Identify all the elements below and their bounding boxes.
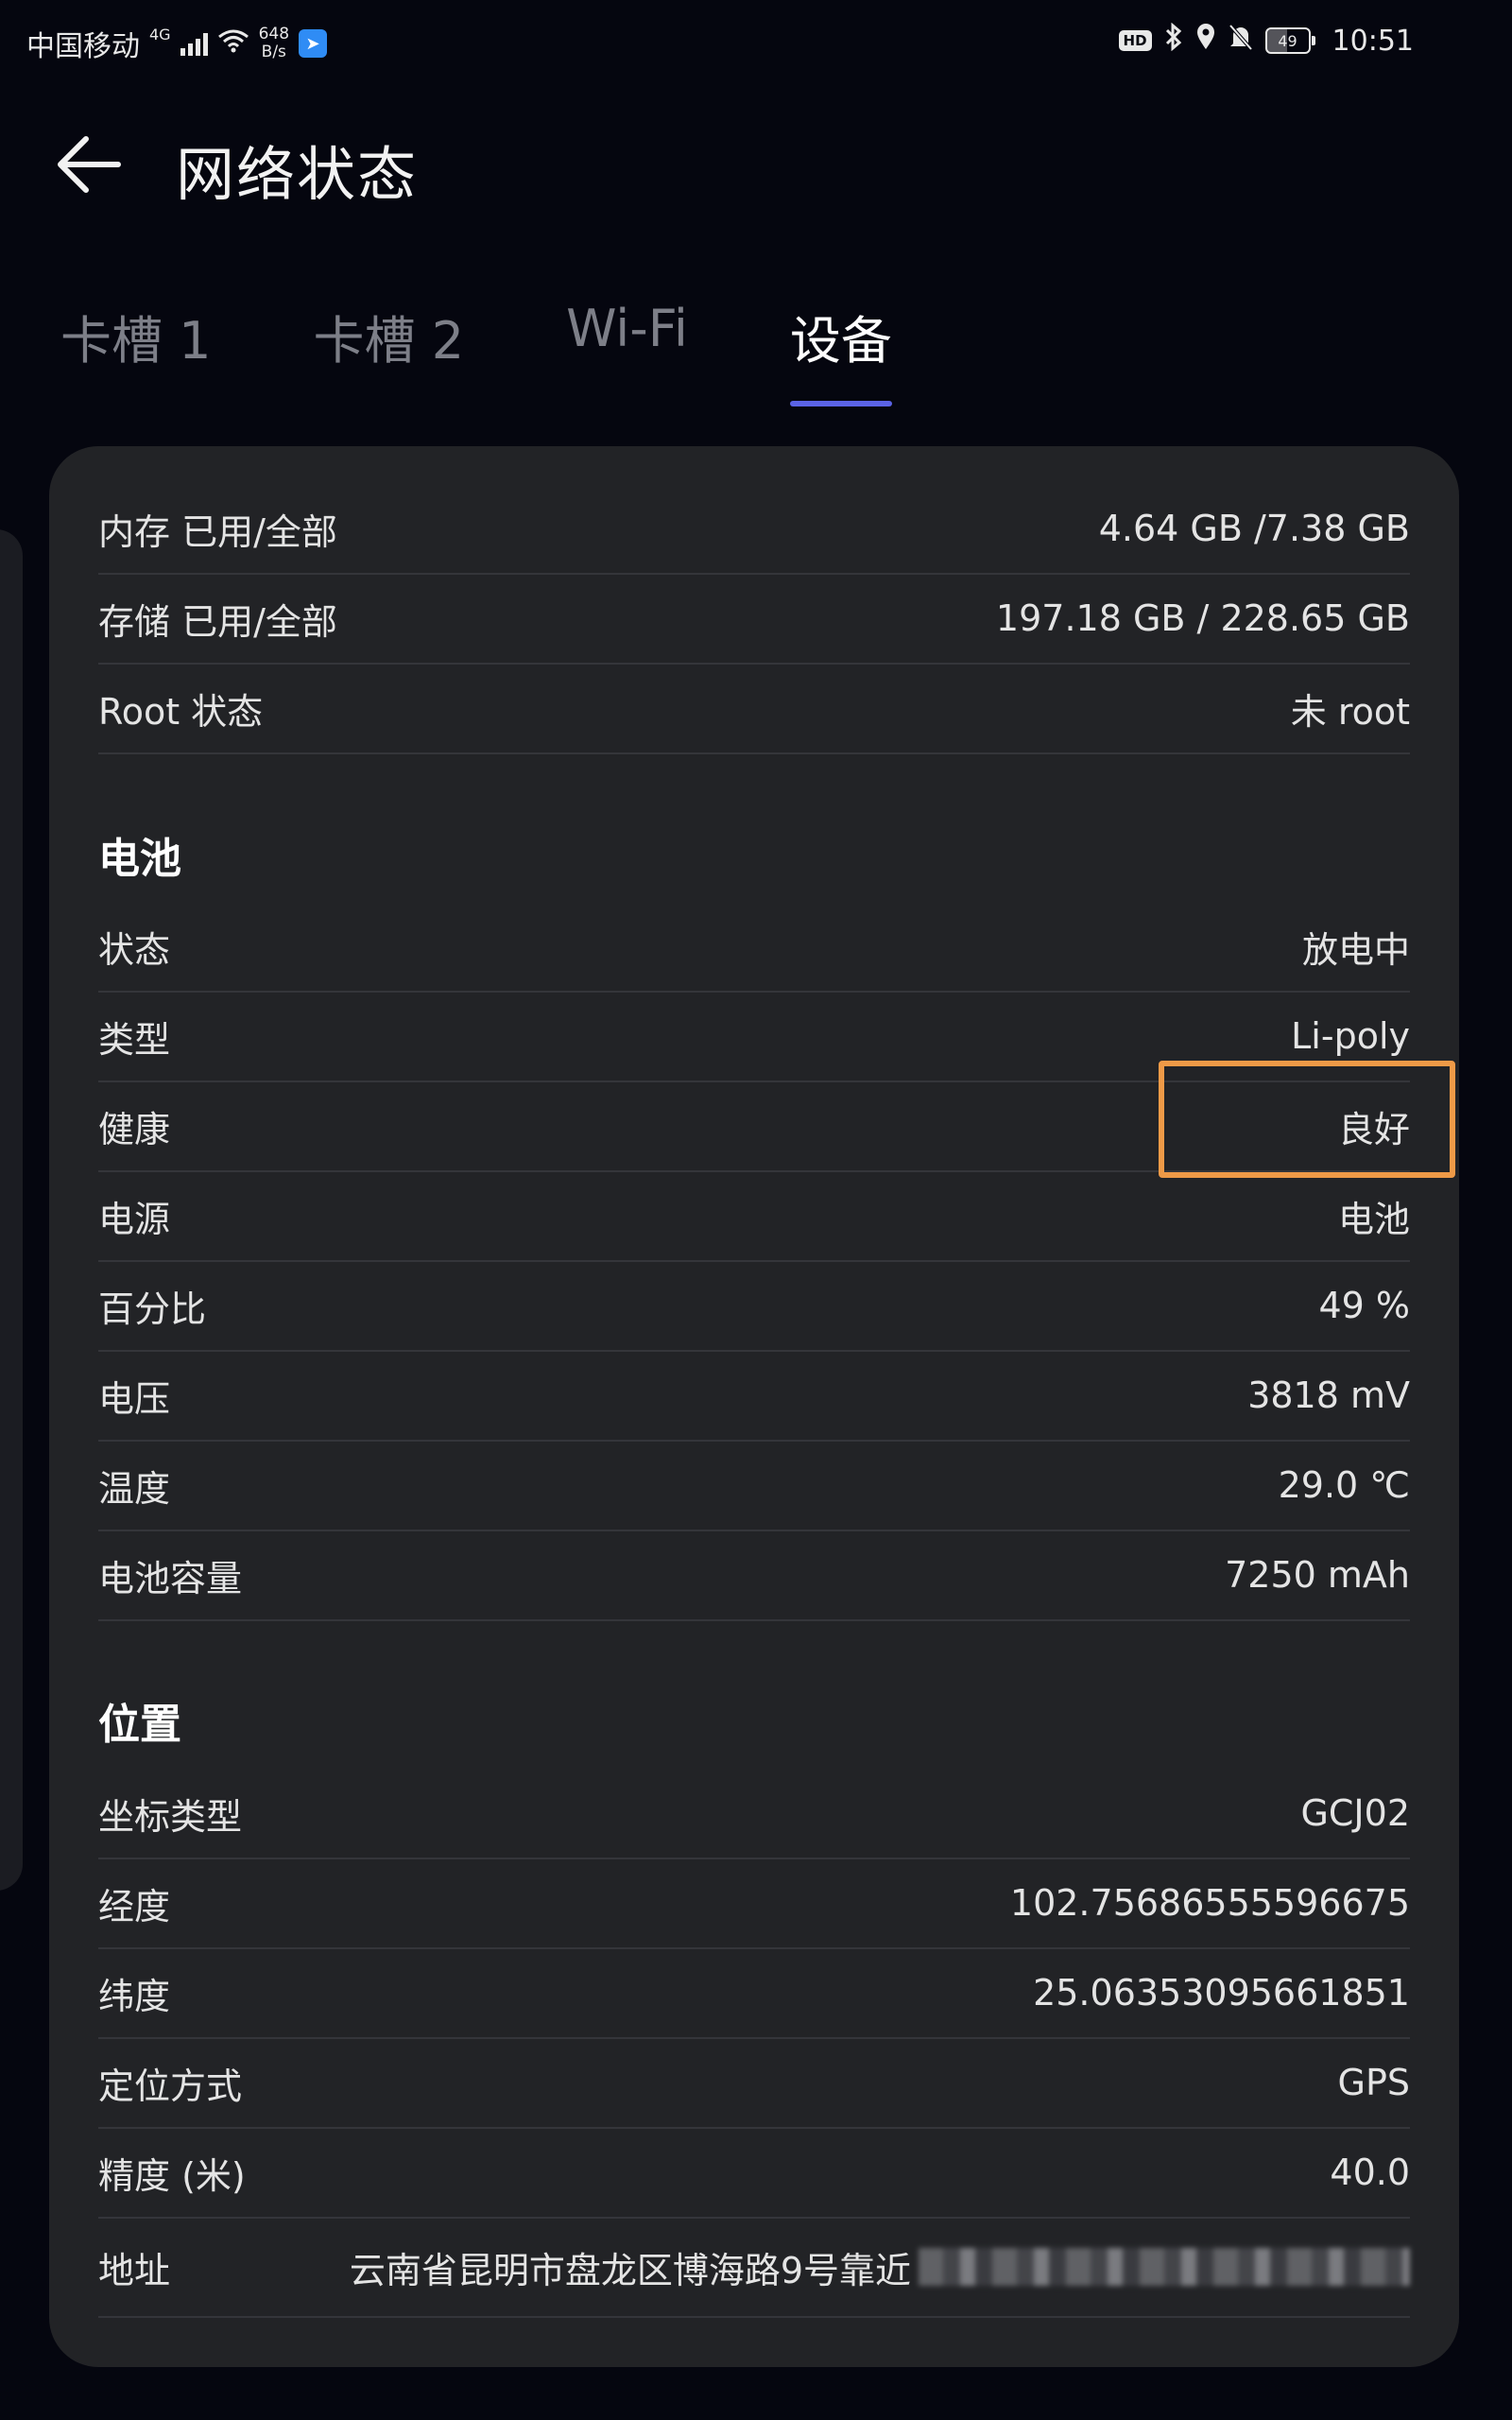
row-value: 放电中 [1301, 928, 1410, 971]
network-speed: 648 B/s [259, 26, 289, 61]
carrier-name: 中国移动 [26, 30, 140, 63]
tab-wifi[interactable]: Wi-Fi [566, 299, 688, 393]
row-label: 坐标类型 [98, 1795, 243, 1838]
battery-percent: 49 [1278, 31, 1297, 50]
row-label: 地址 [98, 2249, 171, 2291]
tab-bar: 卡槽 1 卡槽 2 Wi-Fi 设备 [60, 299, 994, 406]
address-value: 云南省昆明市盘龙区博海路9号靠近 [350, 2241, 1410, 2293]
row-value: 197.18 GB / 228.65 GB [995, 597, 1410, 639]
address-row: 地址 云南省昆明市盘龙区博海路9号靠近 [98, 2218, 1410, 2318]
battery-type-row: 类型 Li-poly [98, 992, 1410, 1082]
address-text: 云南省昆明市盘龙区博海路9号靠近 [349, 2249, 911, 2291]
device-info-card[interactable]: 内存 已用/全部 4.64 GB /7.38 GB 存储 已用/全部 197.1… [49, 446, 1459, 2367]
battery-status-row: 状态 放电中 [98, 902, 1410, 993]
row-label: 百分比 [98, 1288, 207, 1330]
row-label: 精度 (米) [98, 2154, 246, 2197]
location-icon [1195, 23, 1216, 59]
battery-percent-row: 百分比 49 % [98, 1261, 1410, 1352]
row-label: 健康 [98, 1108, 171, 1150]
tab-label: Wi-Fi [566, 299, 688, 358]
row-label: 存储 已用/全部 [98, 600, 337, 643]
row-label: 内存 已用/全部 [98, 510, 337, 553]
accuracy-row: 精度 (米) 40.0 [98, 2128, 1410, 2219]
clock: 10:51 [1332, 24, 1414, 58]
row-value: 未 root [1290, 690, 1410, 733]
location-section-title: 位置 [98, 1701, 181, 1749]
longitude-row: 经度 102.75686555596675 [98, 1858, 1410, 1949]
row-value: 25.06353095661851 [1033, 1972, 1410, 2014]
row-value: 102.75686555596675 [1009, 1882, 1410, 1924]
latitude-row: 纬度 25.06353095661851 [98, 1948, 1410, 2039]
speed-value: 648 [258, 25, 290, 43]
row-label: 类型 [98, 1018, 171, 1061]
tab-sim-slot-1[interactable]: 卡槽 1 [60, 299, 212, 393]
row-label: 经度 [98, 1885, 171, 1927]
tab-device[interactable]: 设备 [789, 299, 892, 406]
row-value: 电池 [1337, 1198, 1410, 1240]
bluetooth-icon [1163, 22, 1184, 59]
battery-voltage-row: 电压 3818 mV [98, 1351, 1410, 1442]
previous-page-peek [0, 529, 23, 1891]
row-value: 7250 mAh [1225, 1554, 1410, 1596]
row-value: 49 % [1318, 1285, 1410, 1326]
row-label: 状态 [98, 928, 171, 971]
root-status-row: Root 状态 未 root [98, 664, 1410, 754]
row-label: 电源 [98, 1198, 171, 1240]
active-tab-indicator [789, 401, 892, 406]
row-value: 4.64 GB /7.38 GB [1098, 508, 1410, 549]
battery-section-title: 电池 [98, 835, 181, 883]
tab-sim-slot-2[interactable]: 卡槽 2 [314, 299, 465, 393]
page-title: 网络状态 [176, 140, 419, 209]
row-value: GCJ02 [1300, 1792, 1410, 1834]
speed-unit: B/s [261, 43, 286, 61]
row-value: Li-poly [1291, 1015, 1410, 1057]
coordinate-type-row: 坐标类型 GCJ02 [98, 1769, 1410, 1859]
redacted-address-blur [919, 2248, 1410, 2286]
storage-row: 存储 已用/全部 197.18 GB / 228.65 GB [98, 574, 1410, 665]
row-value: 良好 [1337, 1108, 1410, 1150]
memory-row: 内存 已用/全部 4.64 GB /7.38 GB [98, 484, 1410, 575]
row-label: 温度 [98, 1467, 171, 1510]
row-label: 电池容量 [98, 1557, 243, 1599]
row-label: 定位方式 [98, 2065, 243, 2107]
battery-health-row: 健康 良好 [98, 1081, 1410, 1172]
hd-icon: HD [1118, 30, 1152, 51]
tab-label: 卡槽 2 [313, 311, 465, 371]
row-value: 3818 mV [1247, 1374, 1410, 1416]
battery-power-source-row: 电源 电池 [98, 1171, 1410, 1262]
back-button[interactable] [49, 125, 129, 204]
row-label: 纬度 [98, 1975, 171, 2017]
status-bar: 中国移动 4G 648 B/s ➤ HD 49 10:51 [0, 0, 1512, 87]
tab-label: 卡槽 1 [60, 311, 212, 371]
battery-capacity-row: 电池容量 7250 mAh [98, 1530, 1410, 1621]
row-label: 电压 [98, 1377, 171, 1420]
back-arrow-icon [58, 136, 121, 193]
battery-icon: 49 [1264, 27, 1315, 54]
row-value: 29.0 ℃ [1278, 1464, 1410, 1506]
tab-label: 设备 [789, 311, 892, 371]
positioning-method-row: 定位方式 GPS [98, 2038, 1410, 2129]
app-icon: ➤ [299, 29, 328, 58]
row-value: GPS [1337, 2062, 1410, 2103]
row-value: 40.0 [1330, 2152, 1410, 2193]
signal-icon [180, 31, 208, 56]
row-label: Root 状态 [98, 690, 264, 733]
mute-bell-icon [1228, 23, 1254, 59]
battery-temperature-row: 温度 29.0 ℃ [98, 1441, 1410, 1531]
network-type: 4G [149, 25, 171, 43]
wifi-icon [217, 27, 249, 60]
